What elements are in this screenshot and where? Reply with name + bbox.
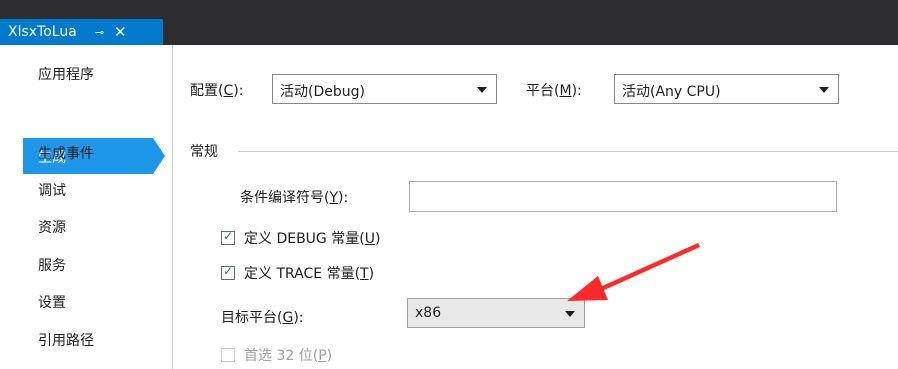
- annotation-arrow-icon: [567, 243, 700, 301]
